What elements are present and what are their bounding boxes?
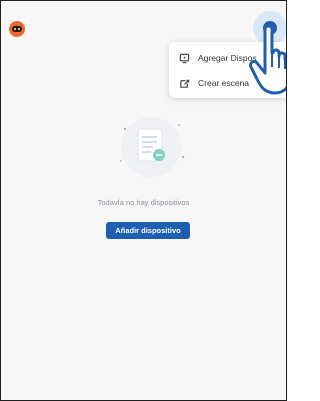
menu-item-create-scene[interactable]: Crear escena (179, 73, 249, 93)
menu-item-label: Crear escena (198, 78, 250, 88)
add-device-button[interactable]: Añadir dispositivo (106, 222, 190, 239)
device-icon (179, 53, 190, 63)
app-logo-icon[interactable] (9, 21, 25, 37)
logo-face (12, 26, 22, 32)
empty-state-message: Todavía no hay dispositivos (97, 198, 190, 207)
pointing-hand-icon (249, 24, 286, 95)
empty-devices-illustration (120, 117, 185, 177)
app-screen: + Agregar Dispos Crear escena (0, 0, 287, 401)
scene-icon (180, 79, 190, 88)
